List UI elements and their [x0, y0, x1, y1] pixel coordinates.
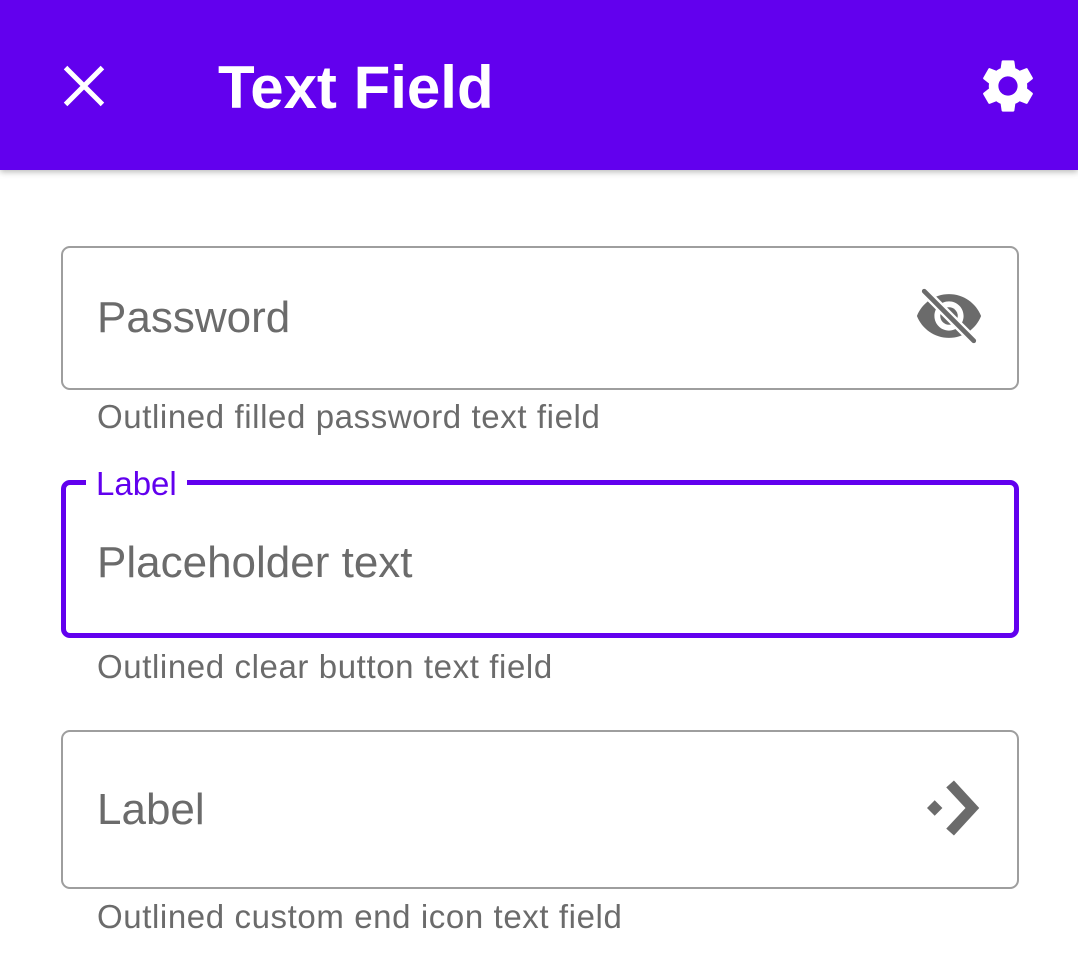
settings-button[interactable]: [966, 46, 1050, 130]
password-input-text[interactable]: Password: [97, 292, 290, 344]
app-bar: Text Field: [0, 0, 1078, 170]
page-title: Text Field: [218, 54, 494, 121]
custom-end-icon-button[interactable]: [911, 772, 987, 848]
visibility-off-icon: [914, 281, 984, 356]
custom-end-icon-helper-text: Outlined custom end icon text field: [97, 898, 623, 935]
close-button[interactable]: [46, 50, 122, 126]
password-helper-text: Outlined filled password text field: [97, 398, 601, 435]
custom-arrow-icon: [916, 775, 982, 846]
custom-end-icon-field[interactable]: Label: [61, 730, 1019, 889]
clear-button-field[interactable]: Placeholder text: [61, 480, 1019, 638]
password-visibility-toggle[interactable]: [911, 280, 987, 356]
password-field[interactable]: Password: [61, 246, 1019, 390]
custom-field-input-text[interactable]: Label: [97, 784, 205, 836]
clear-button-helper-text: Outlined clear button text field: [97, 648, 553, 685]
placeholder-text[interactable]: Placeholder text: [97, 537, 413, 589]
floating-label: Label: [86, 462, 187, 506]
gear-icon: [976, 54, 1040, 123]
close-icon: [59, 61, 109, 116]
